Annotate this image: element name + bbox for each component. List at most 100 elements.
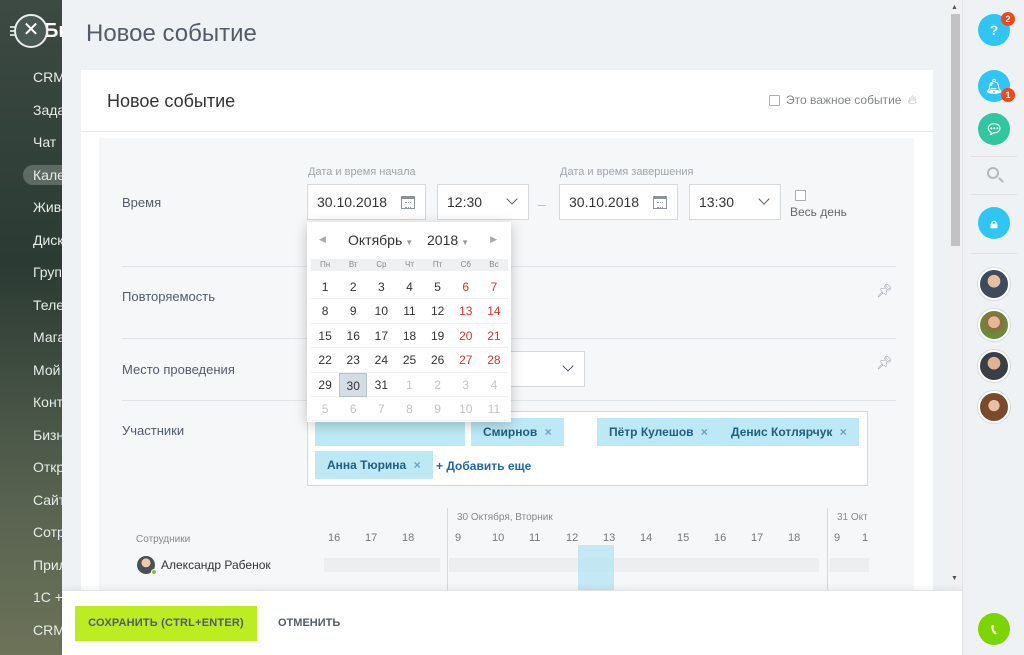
avatar[interactable] — [978, 350, 1010, 382]
location-select[interactable] — [505, 351, 585, 387]
sidebar-item[interactable]: Мой — [0, 359, 62, 392]
calendar-day[interactable]: 29 — [311, 373, 340, 397]
allday-checkbox[interactable] — [795, 190, 806, 201]
calendar-day[interactable]: 25 — [395, 348, 424, 373]
end-date-input[interactable]: 30.10.2018 — [559, 184, 678, 220]
important-checkbox[interactable] — [769, 94, 781, 106]
next-month-icon[interactable]: ▶ — [490, 234, 497, 245]
calendar-day[interactable]: 7 — [367, 397, 396, 422]
attendee-tag[interactable]: Смирнов × — [471, 418, 564, 446]
calendar-day[interactable]: 4 — [395, 275, 424, 300]
calendar-day[interactable]: 2 — [339, 275, 368, 300]
prev-month-icon[interactable]: ◀ — [319, 234, 326, 245]
start-date-input[interactable]: 30.10.2018 — [307, 184, 426, 220]
remove-icon[interactable]: × — [414, 458, 421, 472]
add-more-link[interactable]: + Добавить еще — [436, 459, 531, 473]
chat-icon[interactable]: 💬︎ — [978, 113, 1010, 145]
sidebar-item[interactable]: Задачи — [0, 99, 62, 132]
calendar-day[interactable]: 12 — [423, 299, 452, 324]
calendar-icon[interactable] — [401, 196, 415, 209]
calendar-day[interactable]: 22 — [311, 348, 340, 373]
end-time-select[interactable]: 13:30 — [689, 184, 781, 220]
start-time-select[interactable]: 12:30 — [437, 184, 529, 220]
save-button[interactable]: СОХРАНИТЬ (CTRL+ENTER) — [75, 606, 257, 641]
remove-icon[interactable]: × — [545, 425, 552, 439]
calendar-day[interactable]: 26 — [423, 348, 452, 373]
sidebar-item[interactable]: Магазин — [0, 326, 62, 359]
calendar-day[interactable]: 10 — [451, 397, 480, 422]
calendar-day[interactable]: 3 — [367, 275, 396, 300]
remove-icon[interactable]: × — [840, 425, 847, 439]
sidebar-item[interactable]: CRM — [0, 619, 62, 652]
calendar-day[interactable]: 2 — [423, 373, 452, 397]
sidebar-item[interactable]: 1С + CRM — [0, 586, 62, 619]
calendar-day[interactable]: 18 — [395, 324, 424, 349]
lock-icon[interactable]: 🔒︎ — [978, 207, 1010, 239]
calendar-day[interactable]: 28 — [479, 348, 508, 373]
calendar-icon[interactable] — [653, 196, 667, 209]
sidebar-item[interactable]: Телефония — [0, 294, 62, 327]
attendee-tag[interactable]: Пётр Кулешов × — [597, 418, 720, 446]
calendar-day[interactable]: 7 — [479, 275, 508, 300]
calendar-day[interactable]: 13 — [451, 299, 480, 324]
search-icon[interactable] — [987, 167, 999, 179]
remove-icon[interactable]: × — [701, 425, 708, 439]
calendar-day[interactable]: 14 — [479, 299, 508, 324]
avatar[interactable] — [978, 309, 1010, 341]
attendee-tag[interactable] — [315, 418, 465, 446]
calendar-day[interactable]: 30 — [339, 372, 368, 397]
calendar-day[interactable]: 15 — [311, 324, 340, 349]
sidebar-item[interactable]: Сотрудники — [0, 521, 62, 554]
calendar-day[interactable]: 5 — [311, 397, 340, 422]
calendar-day[interactable]: 20 — [451, 324, 480, 349]
month-select[interactable]: Октябрь ▼ — [348, 232, 413, 248]
scroll-up-icon[interactable]: ▲ — [951, 4, 958, 11]
calendar-day[interactable]: 31 — [367, 373, 396, 397]
sidebar-item[interactable]: Календарь — [0, 164, 62, 197]
calendar-day[interactable]: 11 — [395, 299, 424, 324]
scrollbar-thumb[interactable] — [951, 14, 960, 246]
calendar-day[interactable]: 19 — [423, 324, 452, 349]
sidebar-item[interactable]: Группы — [0, 261, 62, 294]
calendar-day[interactable]: 10 — [367, 299, 396, 324]
calendar-day[interactable]: 23 — [339, 348, 368, 373]
calendar-day[interactable]: 9 — [423, 397, 452, 422]
scroll-down-icon[interactable]: ▼ — [951, 575, 958, 582]
important-toggle[interactable]: Это важное событие 🔥︎ — [769, 92, 917, 108]
sidebar-item[interactable]: Живая лента — [0, 196, 62, 229]
calendar-day[interactable]: 21 — [479, 324, 508, 349]
sidebar-item[interactable]: Диск — [0, 229, 62, 262]
attendee-tag[interactable]: Денис Котлярчук × — [719, 418, 859, 446]
sidebar-item[interactable]: Бизнес-процессы — [0, 424, 62, 457]
calendar-day[interactable]: 1 — [395, 373, 424, 397]
avatar[interactable] — [978, 268, 1010, 300]
avatar[interactable] — [978, 391, 1010, 423]
phone-icon[interactable]: 📞︎ — [978, 613, 1010, 645]
year-select[interactable]: 2018 ▼ — [427, 232, 469, 248]
sidebar-item[interactable]: CRM — [0, 66, 62, 99]
sidebar-item[interactable]: Контакт-центр — [0, 391, 62, 424]
calendar-day[interactable]: 27 — [451, 348, 480, 373]
sidebar-item[interactable]: Сайты — [0, 489, 62, 522]
calendar-day[interactable]: 8 — [395, 397, 424, 422]
calendar-day[interactable]: 17 — [367, 324, 396, 349]
pin-icon[interactable]: 📌︎ — [876, 283, 893, 299]
calendar-day[interactable]: 11 — [479, 397, 508, 422]
calendar-day[interactable]: 9 — [339, 299, 368, 324]
calendar-day[interactable]: 6 — [339, 397, 368, 422]
sidebar-item[interactable]: Открытые линии — [0, 456, 62, 489]
attendee-tag[interactable]: Анна Тюрина × — [315, 451, 433, 479]
calendar-day[interactable]: 3 — [451, 373, 480, 397]
calendar-day[interactable]: 4 — [479, 373, 508, 397]
calendar-day[interactable]: 24 — [367, 348, 396, 373]
calendar-day[interactable]: 1 — [311, 275, 340, 300]
sidebar-item[interactable]: Чат — [0, 131, 62, 164]
pin-icon[interactable]: 📌︎ — [876, 355, 893, 371]
sidebar-item[interactable]: Приложения — [0, 554, 62, 587]
calendar-day[interactable]: 6 — [451, 275, 480, 300]
calendar-day[interactable]: 8 — [311, 299, 340, 324]
close-slider-button[interactable]: ✕ — [14, 14, 48, 48]
cancel-button[interactable]: ОТМЕНИТЬ — [278, 606, 340, 641]
calendar-day[interactable]: 16 — [339, 324, 368, 349]
selected-timeslot[interactable] — [578, 545, 614, 590]
